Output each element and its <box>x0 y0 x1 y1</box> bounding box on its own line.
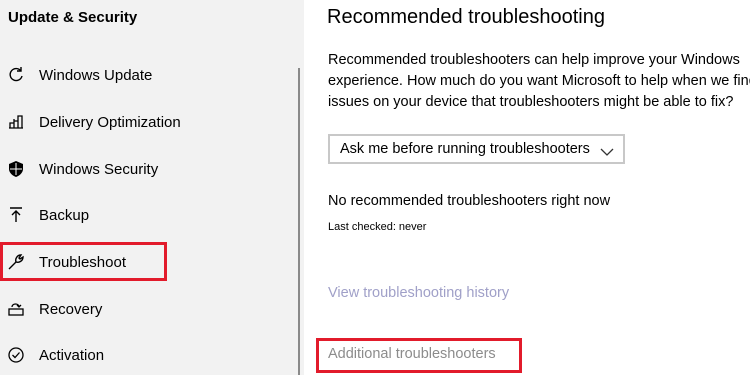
sidebar-title: Update & Security <box>8 9 138 26</box>
chevron-down-icon <box>600 144 614 156</box>
sidebar-item-label: Recovery <box>39 300 103 318</box>
last-checked-text: Last checked: never <box>328 221 427 233</box>
troubleshooting-preference-dropdown[interactable]: Ask me before running troubleshooters <box>328 134 625 164</box>
sidebar-scrollbar[interactable] <box>298 68 300 375</box>
sidebar: Update & Security Windows Update Deliver… <box>0 0 304 375</box>
refresh-icon <box>7 66 25 84</box>
sidebar-item-backup[interactable]: Backup <box>0 197 304 233</box>
sidebar-item-windows-update[interactable]: Windows Update <box>0 57 304 93</box>
additional-troubleshooters-link[interactable]: Additional troubleshooters <box>328 346 496 362</box>
shield-icon <box>7 160 25 178</box>
page-title: Recommended troubleshooting <box>327 6 605 28</box>
dropdown-value: Ask me before running troubleshooters <box>340 141 590 157</box>
sidebar-item-delivery-optimization[interactable]: Delivery Optimization <box>0 104 304 140</box>
backup-arrow-icon <box>7 206 25 224</box>
status-text: No recommended troubleshooters right now <box>328 193 611 209</box>
sidebar-item-activation[interactable]: Activation <box>0 337 304 373</box>
view-history-link[interactable]: View troubleshooting history <box>328 285 509 301</box>
sidebar-item-windows-security[interactable]: Windows Security <box>0 151 304 187</box>
sidebar-item-label: Windows Security <box>39 160 159 178</box>
sidebar-item-label: Delivery Optimization <box>39 113 181 131</box>
main-content: Recommended troubleshooting Recommended … <box>304 0 750 375</box>
activation-check-icon <box>7 346 25 364</box>
sidebar-item-recovery[interactable]: Recovery <box>0 291 304 327</box>
sidebar-item-label: Windows Update <box>39 66 153 84</box>
wrench-icon <box>7 253 25 271</box>
sidebar-item-label: Activation <box>39 346 105 364</box>
description-text: Recommended troubleshooters can help imp… <box>328 52 750 110</box>
sidebar-item-label: Troubleshoot <box>39 253 126 271</box>
delivery-optimization-icon <box>7 113 25 131</box>
sidebar-item-troubleshoot[interactable]: Troubleshoot <box>0 244 304 280</box>
recovery-icon <box>7 300 25 318</box>
sidebar-item-label: Backup <box>39 206 90 224</box>
